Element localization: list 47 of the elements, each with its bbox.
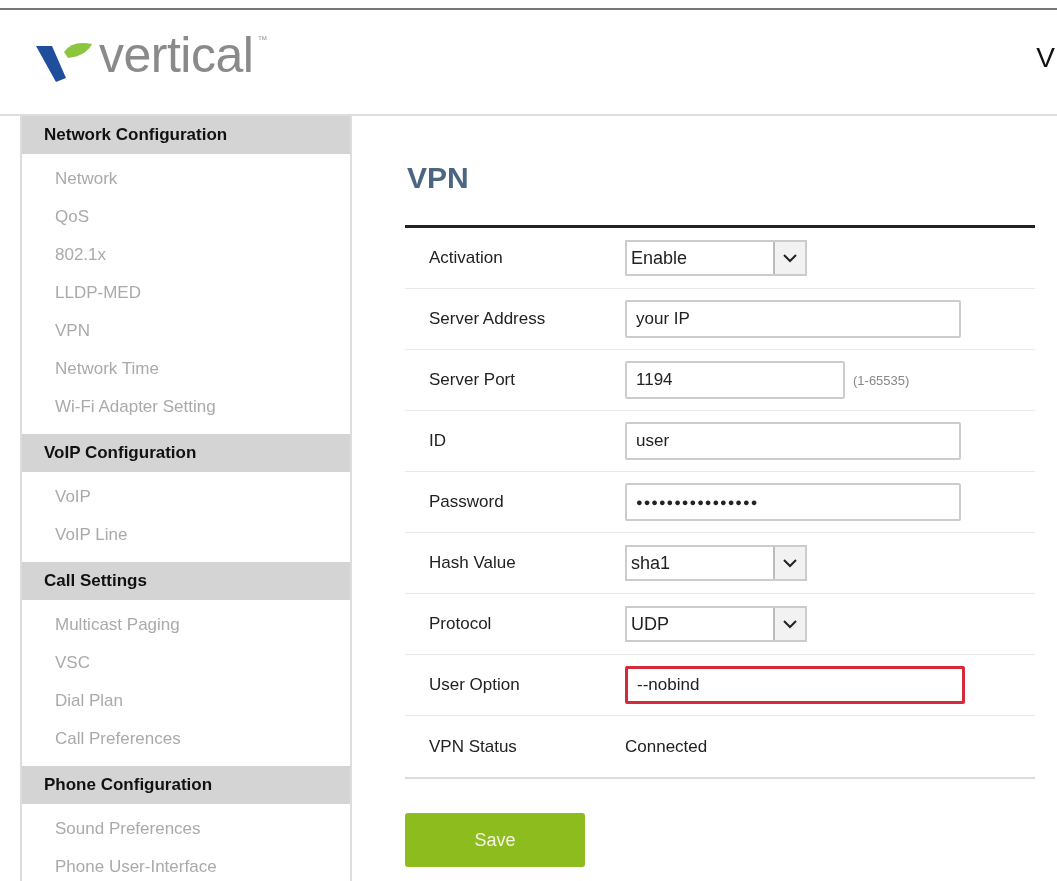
sidebar-item[interactable]: VSC xyxy=(22,644,350,682)
field-label: Hash Value xyxy=(429,553,517,573)
field-label: VPN Status xyxy=(429,736,518,757)
logo-text: vertical xyxy=(99,30,254,80)
field-label: User Option xyxy=(429,675,521,695)
sidebar-item[interactable]: Network xyxy=(22,160,350,198)
chevron-down-icon xyxy=(783,253,797,263)
field-label: ID xyxy=(429,431,447,451)
sidebar-item[interactable]: 802.1x xyxy=(22,236,350,274)
field-label: Server Address xyxy=(429,309,547,329)
sidebar-item[interactable]: Network Time xyxy=(22,350,350,388)
input-field[interactable]: ●●●●●●●●●●●●●●●● xyxy=(625,483,961,521)
sidebar-item[interactable]: VoIP Line xyxy=(22,516,350,554)
status-value: Connected xyxy=(625,736,708,757)
field-label: Password xyxy=(429,492,505,512)
sidebar-section-heading: Phone Configuration xyxy=(22,766,350,804)
sidebar-item[interactable]: Sound Preferences xyxy=(22,810,350,848)
sidebar-item[interactable]: QoS xyxy=(22,198,350,236)
sidebar-section-heading: VoIP Configuration xyxy=(22,434,350,472)
dropdown[interactable]: UDP xyxy=(625,606,807,642)
sidebar-item[interactable]: VoIP xyxy=(22,478,350,516)
sidebar-item[interactable]: Wi-Fi Adapter Setting xyxy=(22,388,350,426)
input-field[interactable]: user xyxy=(625,422,961,460)
range-hint: (1-65535) xyxy=(853,372,910,388)
dropdown[interactable]: sha1 xyxy=(625,545,807,581)
sidebar-item[interactable]: Dial Plan xyxy=(22,682,350,720)
field-label: Protocol xyxy=(429,614,493,634)
chevron-down-icon xyxy=(783,619,797,629)
sidebar-section-heading: Call Settings xyxy=(22,562,350,600)
trademark-mark: ™ xyxy=(257,34,268,45)
page-title: VPN xyxy=(407,161,470,196)
sidebar-item[interactable]: Phone User-Interface xyxy=(22,848,350,881)
logo-icon xyxy=(33,40,95,84)
input-field[interactable]: 1194 xyxy=(625,361,845,399)
sidebar-item[interactable]: LLDP-MED xyxy=(22,274,350,312)
sidebar-section-heading: Network Configuration xyxy=(22,116,350,154)
sidebar-item[interactable]: Call Preferences xyxy=(22,720,350,758)
field-label: Activation xyxy=(429,248,504,268)
sidebar-item[interactable]: Multicast Paging xyxy=(22,606,350,644)
sidebar-item[interactable]: VPN xyxy=(22,312,350,350)
input-field[interactable]: your IP xyxy=(625,300,961,338)
field-label: Server Port xyxy=(429,370,516,390)
input-field[interactable]: --nobind xyxy=(625,666,965,704)
chevron-down-icon xyxy=(783,558,797,568)
save-button[interactable]: Save xyxy=(405,813,585,867)
dropdown[interactable]: Enable xyxy=(625,240,807,276)
page-header-title: V xyxy=(1036,42,1055,74)
